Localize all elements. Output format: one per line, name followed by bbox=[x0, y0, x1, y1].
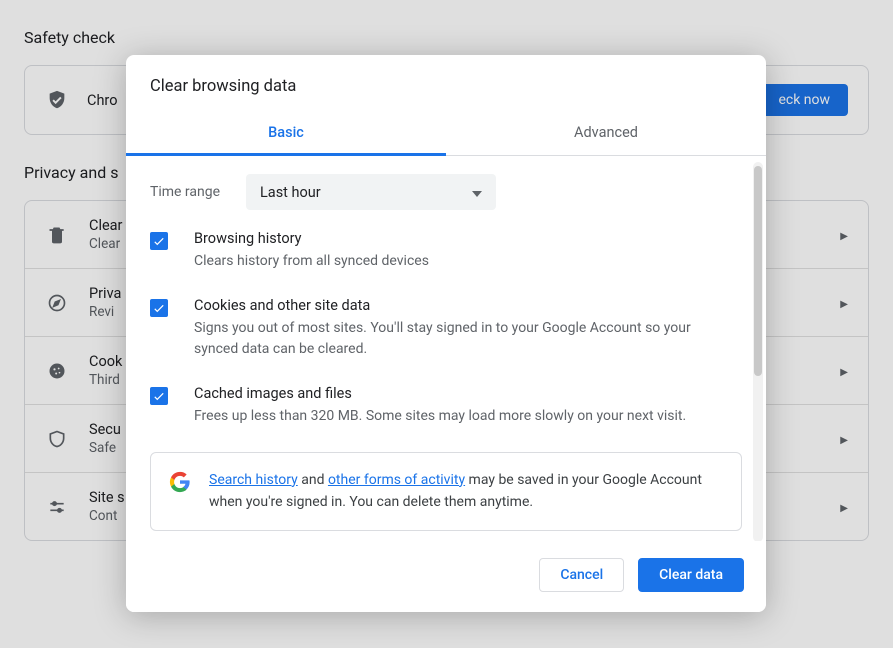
check-now-button[interactable]: eck now bbox=[760, 84, 848, 116]
search-history-link[interactable]: Search history bbox=[209, 472, 298, 488]
sliders-icon bbox=[45, 495, 69, 519]
shield-icon bbox=[45, 427, 69, 451]
google-info-box: Search history and other forms of activi… bbox=[150, 452, 742, 531]
item-title: Cached images and files bbox=[194, 385, 686, 402]
chevron-right-icon bbox=[840, 296, 848, 310]
time-range-select[interactable]: Last hour bbox=[246, 174, 496, 210]
google-logo-icon bbox=[169, 471, 191, 493]
time-range-value: Last hour bbox=[260, 184, 321, 201]
safety-check-heading: Safety check bbox=[24, 28, 893, 47]
other-activity-link[interactable]: other forms of activity bbox=[328, 472, 465, 488]
scrollbar[interactable] bbox=[753, 162, 763, 541]
shield-check-icon bbox=[45, 88, 69, 112]
cancel-button[interactable]: Cancel bbox=[539, 558, 624, 592]
dialog-footer: Cancel Clear data bbox=[126, 541, 766, 612]
chevron-right-icon bbox=[840, 364, 848, 378]
item-title: Cookies and other site data bbox=[194, 297, 722, 314]
checkbox-cookies[interactable] bbox=[150, 299, 168, 317]
compass-icon bbox=[45, 291, 69, 315]
chevron-right-icon bbox=[840, 432, 848, 446]
clear-browsing-data-dialog: Clear browsing data Basic Advanced Time … bbox=[126, 55, 766, 612]
chevron-right-icon bbox=[840, 500, 848, 514]
item-desc: Clears history from all synced devices bbox=[194, 251, 429, 273]
dialog-body: Time range Last hour Browsing history Cl… bbox=[126, 156, 766, 541]
dropdown-icon bbox=[472, 184, 482, 201]
cookie-icon bbox=[45, 359, 69, 383]
time-range-label: Time range bbox=[150, 184, 246, 200]
google-info-text: Search history and other forms of activi… bbox=[209, 469, 723, 514]
chevron-right-icon bbox=[840, 228, 848, 242]
tab-basic[interactable]: Basic bbox=[126, 114, 446, 156]
dialog-tabs: Basic Advanced bbox=[126, 114, 766, 156]
trash-icon bbox=[45, 223, 69, 247]
checkbox-cached[interactable] bbox=[150, 387, 168, 405]
clear-data-button[interactable]: Clear data bbox=[638, 558, 744, 592]
item-desc: Frees up less than 320 MB. Some sites ma… bbox=[194, 406, 686, 428]
item-title: Browsing history bbox=[194, 230, 429, 247]
dialog-title: Clear browsing data bbox=[126, 55, 766, 114]
tab-advanced[interactable]: Advanced bbox=[446, 114, 766, 155]
item-desc: Signs you out of most sites. You'll stay… bbox=[194, 318, 722, 361]
checkbox-browsing-history[interactable] bbox=[150, 232, 168, 250]
